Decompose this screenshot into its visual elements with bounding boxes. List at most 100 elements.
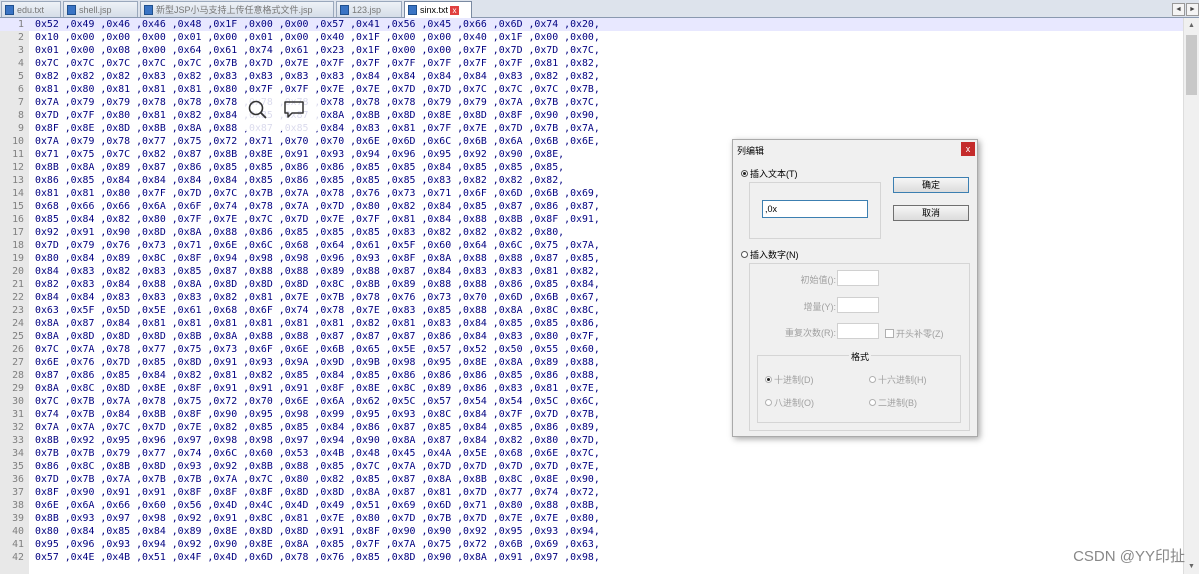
editor-line[interactable]: 19 0x80 ,0x84 ,0x89 ,0x8C ,0x8F ,0x94 ,0x… <box>0 252 1183 265</box>
editor-line[interactable]: 23 0x63 ,0x5F ,0x5D ,0x5E ,0x61 ,0x68 ,0x… <box>0 304 1183 317</box>
comment-icon[interactable] <box>282 99 306 121</box>
floating-toolbar <box>240 95 320 131</box>
editor-line[interactable]: 42 0x57 ,0x4E ,0x4B ,0x51 ,0x4F ,0x4D ,0x… <box>0 551 1183 564</box>
radio-unselected-icon <box>765 399 772 406</box>
search-icon[interactable] <box>247 99 269 121</box>
editor-line[interactable]: 32 0x7A ,0x7A ,0x7C ,0x7D ,0x7E ,0x82 ,0x… <box>0 421 1183 434</box>
editor-line[interactable]: 31 0x74 ,0x7B ,0x84 ,0x8B ,0x8F ,0x90 ,0x… <box>0 408 1183 421</box>
insert-number-radio[interactable]: 插入数字(N) <box>741 248 799 261</box>
editor-line[interactable]: 6 0x81 ,0x80 ,0x81 ,0x81 ,0x81 ,0x80 ,0x7… <box>0 83 1183 96</box>
scroll-thumb[interactable] <box>1186 35 1197 95</box>
editor-line[interactable]: 41 0x95 ,0x96 ,0x93 ,0x94 ,0x92 ,0x90 ,0x… <box>0 538 1183 551</box>
file-icon <box>340 4 349 15</box>
cancel-button[interactable]: 取消 <box>893 205 969 221</box>
format-hex-radio[interactable]: 十六进制(H) <box>869 373 927 386</box>
scroll-down-arrow-icon[interactable]: ▼ <box>1184 559 1199 574</box>
line-text: 0x74 ,0x7B ,0x84 ,0x8B ,0x8F ,0x90 ,0x95… <box>35 409 600 420</box>
editor-line[interactable]: 21 0x82 ,0x83 ,0x84 ,0x88 ,0x8A ,0x8D ,0x… <box>0 278 1183 291</box>
editor-line[interactable]: 22 0x84 ,0x84 ,0x83 ,0x83 ,0x83 ,0x82 ,0x… <box>0 291 1183 304</box>
editor-line[interactable]: 18 0x7D ,0x79 ,0x76 ,0x73 ,0x71 ,0x6E ,0x… <box>0 239 1183 252</box>
text-editor[interactable]: 1 0x52 ,0x49 ,0x46 ,0x46 ,0x48 ,0x1F ,0x0… <box>0 18 1183 574</box>
insert-text-group: ,0x <box>749 182 881 239</box>
insert-text-radio[interactable]: 插入文本(T) <box>741 167 798 180</box>
editor-line[interactable]: 36 0x7D ,0x7B ,0x7A ,0x7B ,0x7B ,0x7A ,0x… <box>0 473 1183 486</box>
format-decimal-radio[interactable]: 十进制(D) <box>765 373 814 386</box>
editor-line[interactable]: 39 0x8B ,0x93 ,0x97 ,0x98 ,0x92 ,0x91 ,0x… <box>0 512 1183 525</box>
editor-line[interactable]: 13 0x86 ,0x85 ,0x84 ,0x84 ,0x84 ,0x84 ,0x… <box>0 174 1183 187</box>
editor-line[interactable]: 7 0x7A ,0x79 ,0x79 ,0x78 ,0x78 ,0x78 ,0x7… <box>0 96 1183 109</box>
tab-sinx-txt[interactable]: sinx.txt x <box>404 1 472 18</box>
line-number: 4 <box>18 58 24 69</box>
editor-line[interactable]: 15 0x68 ,0x66 ,0x66 ,0x6A ,0x6F ,0x74 ,0x… <box>0 200 1183 213</box>
line-text: 0x7D ,0x79 ,0x76 ,0x73 ,0x71 ,0x6E ,0x6C… <box>35 240 600 251</box>
line-number: 40 <box>12 526 24 537</box>
radio-selected-icon <box>741 170 748 177</box>
repeat-count-input[interactable] <box>837 323 879 339</box>
dialog-close-button[interactable]: x <box>961 142 975 156</box>
editor-line[interactable]: 17 0x92 ,0x91 ,0x90 ,0x8D ,0x8A ,0x88 ,0x… <box>0 226 1183 239</box>
ok-button[interactable]: 确定 <box>893 177 969 193</box>
line-text: 0x82 ,0x82 ,0x82 ,0x83 ,0x82 ,0x83 ,0x83… <box>35 71 600 82</box>
editor-line[interactable]: 14 0x81 ,0x81 ,0x80 ,0x7F ,0x7D ,0x7C ,0x… <box>0 187 1183 200</box>
tab-123-jsp[interactable]: 123.jsp <box>336 1 402 17</box>
editor-line[interactable]: 20 0x84 ,0x83 ,0x82 ,0x83 ,0x85 ,0x87 ,0x… <box>0 265 1183 278</box>
tab-scroll-right-button[interactable]: ► <box>1186 3 1199 16</box>
tab-edu-txt[interactable]: edu.txt <box>1 1 61 17</box>
editor-line[interactable]: 35 0x86 ,0x8C ,0x8B ,0x8D ,0x93 ,0x92 ,0x… <box>0 460 1183 473</box>
leading-zero-checkbox[interactable]: 开头补零(Z) <box>885 327 944 340</box>
line-number: 18 <box>12 240 24 251</box>
editor-line[interactable]: 37 0x8F ,0x90 ,0x91 ,0x91 ,0x8F ,0x8F ,0x… <box>0 486 1183 499</box>
editor-line[interactable]: 27 0x6E ,0x76 ,0x7D ,0x85 ,0x8D ,0x91 ,0x… <box>0 356 1183 369</box>
line-text: 0x71 ,0x75 ,0x7C ,0x82 ,0x87 ,0x8B ,0x8E… <box>35 149 565 160</box>
editor-line[interactable]: 34 0x7B ,0x7B ,0x79 ,0x77 ,0x74 ,0x6C ,0x… <box>0 447 1183 460</box>
editor-line[interactable]: 8 0x7D ,0x7F ,0x80 ,0x81 ,0x82 ,0x84 ,0x8… <box>0 109 1183 122</box>
repeat-count-label: 重复次数(R): <box>785 328 836 338</box>
line-number: 2 <box>18 32 24 43</box>
editor-line[interactable]: 9 0x8F ,0x8E ,0x8D ,0x8B ,0x8A ,0x88 ,0x8… <box>0 122 1183 135</box>
format-binary-radio[interactable]: 二进制(B) <box>869 396 917 409</box>
insert-text-input[interactable]: ,0x <box>762 200 868 218</box>
editor-line[interactable]: 25 0x8A ,0x8D ,0x8D ,0x8D ,0x8B ,0x8A ,0x… <box>0 330 1183 343</box>
editor-line[interactable]: 12 0x8B ,0x8A ,0x89 ,0x87 ,0x86 ,0x85 ,0x… <box>0 161 1183 174</box>
line-number: 29 <box>12 383 24 394</box>
dialog-title: 列编辑 <box>737 146 765 156</box>
scroll-up-arrow-icon[interactable]: ▲ <box>1184 18 1199 33</box>
radio-selected-icon <box>765 376 772 383</box>
line-text: 0x81 ,0x81 ,0x80 ,0x7F ,0x7D ,0x7C ,0x7B… <box>35 188 600 199</box>
editor-line[interactable]: 28 0x87 ,0x86 ,0x85 ,0x84 ,0x82 ,0x81 ,0x… <box>0 369 1183 382</box>
increment-label: 增量(Y): <box>803 302 837 312</box>
editor-line[interactable]: 26 0x7C ,0x7A ,0x78 ,0x77 ,0x75 ,0x73 ,0x… <box>0 343 1183 356</box>
line-number: 6 <box>18 84 24 95</box>
tab-scroll-left-button[interactable]: ◄ <box>1172 3 1185 16</box>
editor-line[interactable]: 33 0x8B ,0x92 ,0x95 ,0x96 ,0x97 ,0x98 ,0x… <box>0 434 1183 447</box>
line-text: 0x63 ,0x5F ,0x5D ,0x5E ,0x61 ,0x68 ,0x6F… <box>35 305 600 316</box>
editor-line[interactable]: 29 0x8A ,0x8C ,0x8D ,0x8E ,0x8F ,0x91 ,0x… <box>0 382 1183 395</box>
close-tab-icon[interactable]: x <box>450 5 460 15</box>
radio-unselected-icon <box>741 251 748 258</box>
line-text: 0x8B ,0x92 ,0x95 ,0x96 ,0x97 ,0x98 ,0x98… <box>35 435 600 446</box>
editor-line[interactable]: 16 0x85 ,0x84 ,0x82 ,0x80 ,0x7F ,0x7E ,0x… <box>0 213 1183 226</box>
increment-input[interactable] <box>837 297 879 313</box>
editor-line[interactable]: 38 0x6E ,0x6A ,0x66 ,0x60 ,0x56 ,0x4D ,0x… <box>0 499 1183 512</box>
editor-line[interactable]: 4 0x7C ,0x7C ,0x7C ,0x7C ,0x7C ,0x7B ,0x7… <box>0 57 1183 70</box>
line-number: 8 <box>18 110 24 121</box>
vertical-scrollbar[interactable]: ▲ ▼ <box>1183 18 1199 574</box>
line-number: 21 <box>12 279 24 290</box>
format-octal-radio[interactable]: 八进制(O) <box>765 396 814 409</box>
editor-line[interactable]: 5 0x82 ,0x82 ,0x82 ,0x83 ,0x82 ,0x83 ,0x8… <box>0 70 1183 83</box>
line-text: 0x84 ,0x83 ,0x82 ,0x83 ,0x85 ,0x87 ,0x88… <box>35 266 600 277</box>
editor-line[interactable]: 2 0x10 ,0x00 ,0x00 ,0x00 ,0x01 ,0x00 ,0x0… <box>0 31 1183 44</box>
editor-line[interactable]: 40 0x80 ,0x84 ,0x85 ,0x84 ,0x89 ,0x8E ,0x… <box>0 525 1183 538</box>
editor-line[interactable]: 10 0x7A ,0x79 ,0x78 ,0x77 ,0x75 ,0x72 ,0x… <box>0 135 1183 148</box>
editor-line[interactable]: 3 0x01 ,0x00 ,0x08 ,0x00 ,0x64 ,0x61 ,0x7… <box>0 44 1183 57</box>
editor-line[interactable]: 24 0x8A ,0x87 ,0x84 ,0x81 ,0x81 ,0x81 ,0x… <box>0 317 1183 330</box>
editor-line[interactable]: 11 0x71 ,0x75 ,0x7C ,0x82 ,0x87 ,0x8B ,0x… <box>0 148 1183 161</box>
initial-value-input[interactable] <box>837 270 879 286</box>
line-text: 0x85 ,0x84 ,0x82 ,0x80 ,0x7F ,0x7E ,0x7C… <box>35 214 600 225</box>
editor-line[interactable]: 30 0x7C ,0x7B ,0x7A ,0x78 ,0x75 ,0x72 ,0x… <box>0 395 1183 408</box>
line-text: 0x6E ,0x6A ,0x66 ,0x60 ,0x56 ,0x4D ,0x4C… <box>35 500 600 511</box>
line-number: 24 <box>12 318 24 329</box>
editor-line[interactable]: 1 0x52 ,0x49 ,0x46 ,0x46 ,0x48 ,0x1F ,0x0… <box>0 18 1183 31</box>
tab-shell-jsp[interactable]: shell.jsp <box>63 1 138 17</box>
tab-jsp-uploader[interactable]: 新型JSP小马支持上传任意格式文件.jsp <box>140 1 334 17</box>
